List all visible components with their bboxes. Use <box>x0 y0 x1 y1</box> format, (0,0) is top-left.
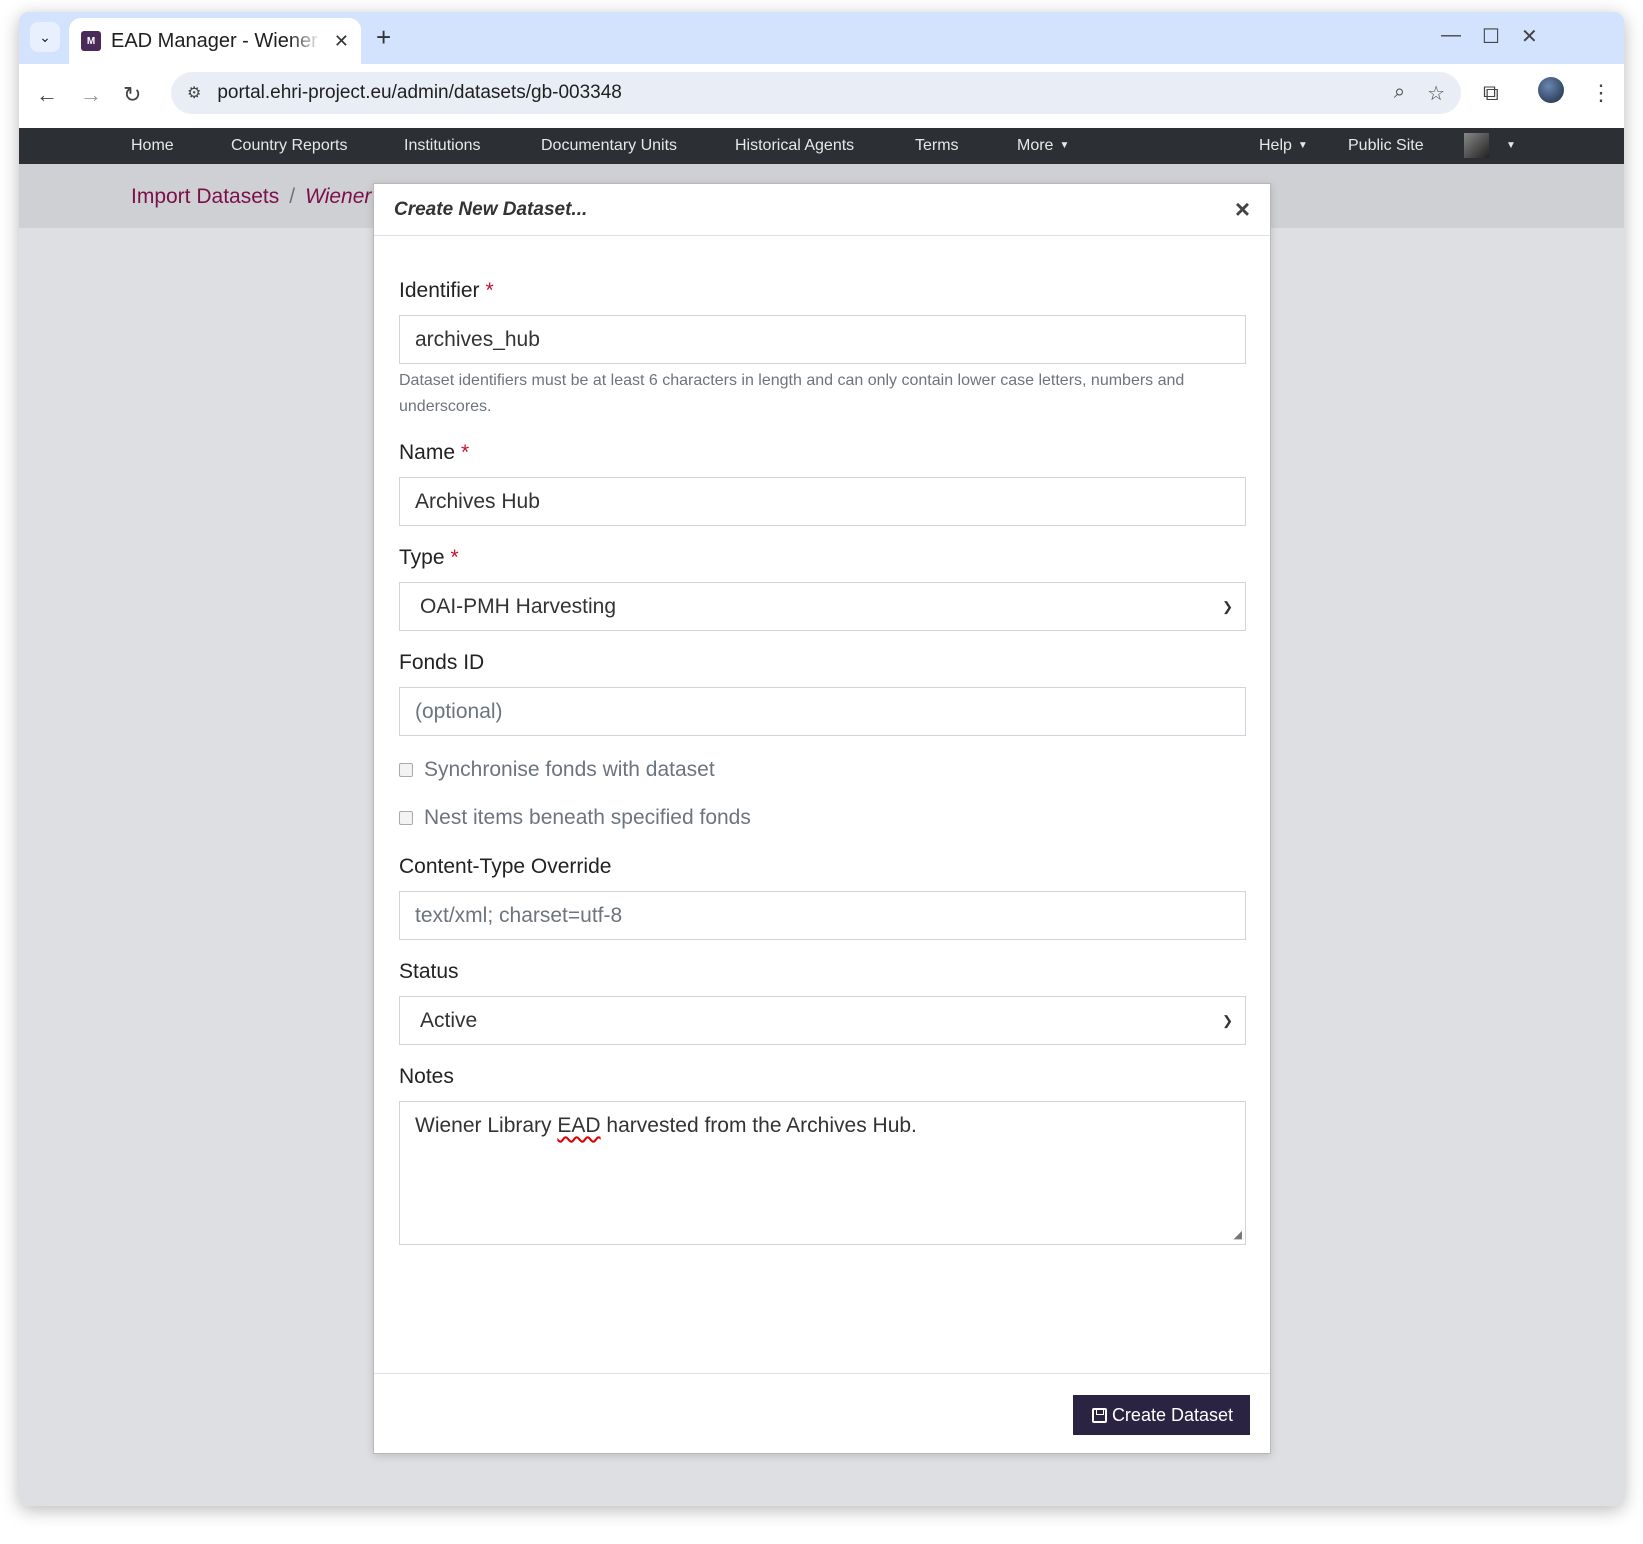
create-dataset-modal: Create New Dataset... × Identifier * arch… <box>373 183 1271 1454</box>
type-label-text: Type <box>399 546 445 569</box>
required-marker: * <box>485 279 494 302</box>
nest-items-checkbox[interactable] <box>399 811 413 825</box>
chevron-down-icon: ⌄ <box>39 28 51 45</box>
status-select-value: Active <box>420 1008 478 1032</box>
tab-strip: ⌄ M EAD Manager - Wiener Holocaust Libra… <box>19 12 1624 64</box>
user-menu-caret-icon[interactable]: ▼ <box>1500 137 1516 155</box>
modal-title: Create New Dataset... <box>394 198 588 220</box>
browser-toolbar: ← → ↻ ⚙ portal.ehri-project.eu/admin/dat… <box>19 64 1624 128</box>
type-select[interactable]: OAI-PMH Harvesting ❯ <box>399 582 1246 631</box>
status-select[interactable]: Active ❯ <box>399 996 1246 1045</box>
nav-terms[interactable]: Terms <box>915 137 959 155</box>
fonds-id-input[interactable]: (optional) <box>399 687 1246 736</box>
favicon: M <box>81 31 101 51</box>
browser-window: ⌄ M EAD Manager - Wiener Holocaust Libra… <box>19 12 1624 1506</box>
name-label: Name * <box>399 441 1245 465</box>
caret-down-icon: ▼ <box>1297 140 1308 151</box>
maximize-icon[interactable]: ☐ <box>1482 24 1500 49</box>
required-marker: * <box>450 546 459 569</box>
sync-fonds-checkbox-row[interactable]: Synchronise fonds with dataset <box>399 758 1245 782</box>
extensions-icon[interactable]: ⧉ <box>1483 80 1499 106</box>
tab-search-button[interactable]: ⌄ <box>30 22 60 52</box>
breadcrumb-import-datasets[interactable]: Import Datasets <box>131 185 279 208</box>
chevron-down-icon: ❯ <box>1222 1012 1233 1028</box>
site-navbar: Home Country Reports Institutions Docume… <box>19 128 1624 164</box>
chevron-down-icon: ❯ <box>1222 598 1233 614</box>
resize-grip-icon[interactable]: ◢ <box>1234 1228 1242 1241</box>
caret-down-icon: ▼ <box>1059 140 1070 151</box>
notes-text-start: Wiener Library <box>415 1114 558 1137</box>
notes-text-end: harvested from the Archives Hub. <box>600 1114 917 1137</box>
create-dataset-label: Create Dataset <box>1111 1404 1233 1425</box>
nest-items-label: Nest items beneath specified fonds <box>424 806 751 829</box>
save-icon <box>1091 1407 1107 1423</box>
window-close-icon[interactable]: ✕ <box>1521 24 1538 49</box>
nav-more-dropdown[interactable]: More ▼ <box>1017 137 1069 155</box>
identifier-help-text: Dataset identifiers must be at least 6 c… <box>399 372 1185 415</box>
status-label: Status <box>399 960 459 983</box>
nav-help-label: Help <box>1259 137 1292 154</box>
user-avatar[interactable] <box>1464 133 1489 158</box>
nav-help-dropdown[interactable]: Help ▼ <box>1259 137 1308 155</box>
notes-textarea[interactable]: Wiener Library EAD harvested from the Ar… <box>399 1101 1246 1245</box>
site-settings-icon[interactable]: ⚙ <box>187 83 201 103</box>
type-select-value: OAI-PMH Harvesting <box>420 594 617 618</box>
notes-label: Notes <box>399 1065 454 1088</box>
modal-body: Identifier * archives_hub Dataset identif… <box>374 279 1270 1245</box>
profile-avatar[interactable] <box>1538 77 1564 103</box>
sync-fonds-label: Synchronise fonds with dataset <box>424 758 715 781</box>
create-dataset-button[interactable]: Create Dataset <box>1072 1395 1250 1435</box>
nav-more-label: More <box>1017 137 1054 154</box>
type-label: Type * <box>399 546 1245 570</box>
kebab-menu-icon[interactable]: ⋮ <box>1590 80 1612 106</box>
plus-icon[interactable]: + <box>376 22 391 53</box>
browser-tab[interactable]: M EAD Manager - Wiener Holocaust Library… <box>69 18 361 64</box>
url-text: portal.ehri-project.eu/admin/datasets/gb… <box>217 82 622 103</box>
zoom-icon[interactable]: ⌕ <box>1394 81 1405 106</box>
sync-fonds-checkbox[interactable] <box>399 763 413 777</box>
breadcrumb-separator: / <box>289 185 296 208</box>
identifier-input[interactable]: archives_hub <box>399 315 1246 364</box>
fonds-id-label: Fonds ID <box>399 651 485 674</box>
nav-documentary-units[interactable]: Documentary Units <box>541 137 677 155</box>
minimize-icon[interactable]: — <box>1441 24 1461 47</box>
nav-historical-agents[interactable]: Historical Agents <box>735 137 854 155</box>
back-icon[interactable]: ← <box>36 82 58 108</box>
modal-header: Create New Dataset... × <box>374 184 1270 236</box>
tab-title: EAD Manager - Wiener Holocaust Library <box>111 29 321 52</box>
name-input[interactable]: Archives Hub <box>399 477 1246 526</box>
content-type-input[interactable]: text/xml; charset=utf-8 <box>399 891 1246 940</box>
modal-footer: Create Dataset <box>374 1373 1270 1453</box>
nav-home[interactable]: Home <box>131 137 174 155</box>
close-icon[interactable]: × <box>1235 194 1250 225</box>
content-type-label: Content-Type Override <box>399 855 612 878</box>
nest-items-checkbox-row[interactable]: Nest items beneath specified fonds <box>399 806 1245 830</box>
nav-public-site[interactable]: Public Site <box>1348 137 1424 155</box>
close-icon[interactable]: ✕ <box>334 31 349 52</box>
forward-icon[interactable]: → <box>80 82 102 108</box>
reload-icon[interactable]: ↻ <box>123 82 141 108</box>
name-label-text: Name <box>399 441 456 464</box>
identifier-label: Identifier * <box>399 279 1245 303</box>
notes-spellcheck-word: EAD <box>557 1114 601 1137</box>
nav-institutions[interactable]: Institutions <box>404 137 480 155</box>
bookmark-star-icon[interactable]: ☆ <box>1427 81 1445 106</box>
identifier-label-text: Identifier <box>399 279 480 302</box>
address-bar[interactable]: ⚙ portal.ehri-project.eu/admin/datasets/… <box>171 72 1461 114</box>
nav-country-reports[interactable]: Country Reports <box>231 137 348 155</box>
required-marker: * <box>461 441 470 464</box>
